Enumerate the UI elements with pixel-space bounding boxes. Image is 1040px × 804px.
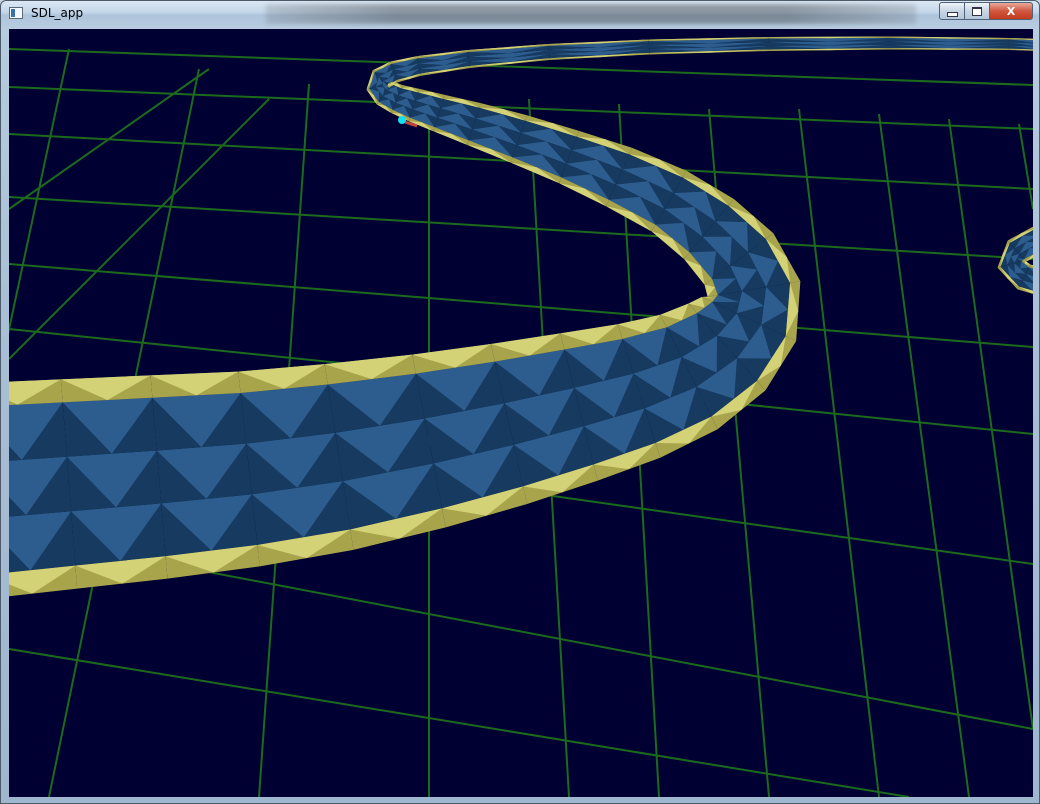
- minimize-icon: [946, 11, 958, 17]
- track-far-segment: [997, 226, 1033, 294]
- scene-canvas: [9, 36, 1033, 797]
- blurred-background-text: [266, 4, 916, 24]
- window-controls: X: [939, 2, 1033, 21]
- window-title: SDL_app: [31, 6, 84, 20]
- title-bar[interactable]: SDL_app X: [1, 1, 1039, 27]
- close-icon: X: [1006, 4, 1016, 18]
- render-viewport[interactable]: [9, 29, 1033, 797]
- maximize-button[interactable]: [965, 2, 990, 20]
- maximize-icon: [972, 6, 982, 16]
- app-window: SDL_app X: [0, 0, 1040, 804]
- close-button[interactable]: X: [990, 2, 1033, 20]
- minimize-button[interactable]: [939, 2, 965, 20]
- marker-dot: [398, 116, 406, 124]
- app-window-icon[interactable]: [9, 7, 23, 19]
